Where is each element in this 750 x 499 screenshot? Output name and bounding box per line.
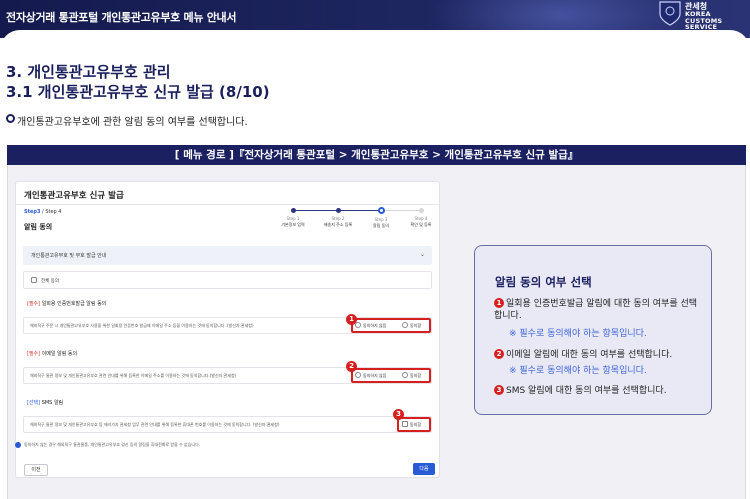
callout-box-1: [351, 318, 431, 333]
panel-item-text: SMS 알림에 대한 동의 여부를 선택합니다.: [506, 386, 667, 396]
callout-box-2: [351, 368, 431, 383]
consent-title-text: SMS 알림: [40, 400, 64, 406]
prev-button[interactable]: 이전: [24, 464, 48, 476]
step-name: 확인 및 등록: [410, 222, 432, 227]
notice-text: 동의하지 않는 경우 해외직구 통관물품, 개인통관고유부호 경신 등의 알림을…: [24, 442, 201, 447]
step-name: 알림 동의: [373, 223, 389, 228]
brand-logo: 관세청 KOREA CUSTOMS SERVICE: [685, 3, 750, 31]
current-step: Step3: [24, 209, 41, 215]
section-heading: 3. 개인통관고유부호 관리: [6, 63, 171, 81]
step-label: Step 3: [374, 217, 388, 222]
panel-item-text: 일회용 인증번호발급 알림에 대한 동의 여부를 선택합니다.: [494, 299, 698, 321]
total-steps: / Step 4: [40, 209, 62, 215]
agree-all-label: 전체 동의: [41, 279, 59, 284]
stepper-step-3: Step 3 알림 동의: [361, 207, 401, 229]
content-sheet: [0, 30, 750, 60]
required-note-2: ※ 필수로 동의해야 하는 항목입니다.: [509, 366, 647, 376]
required-note-1: ※ 필수로 동의해야 하는 항목입니다.: [509, 329, 647, 339]
panel-number-badge: 1: [494, 298, 504, 308]
panel-item-1: 1 일회용 인증번호발급 알림에 대한 동의 여부를 선택합니다.: [494, 298, 704, 322]
panel-number-badge: 2: [494, 349, 504, 359]
panel-item-2: 2 이메일 알림에 대한 동의 여부를 선택합니다.: [494, 349, 704, 361]
customs-emblem-icon: [659, 1, 681, 26]
step-dot: [290, 208, 296, 213]
callout-box-3: [397, 417, 431, 432]
step-dot-current: [377, 207, 385, 214]
consent-title-text: 이메일 알림 동의: [40, 351, 78, 357]
step-label: Step 2: [331, 216, 345, 221]
step-label: Step 1: [286, 216, 300, 221]
step-dot: [418, 208, 424, 213]
panel-number-badge: 3: [494, 385, 504, 395]
consent-email-title: [필수] 이메일 알림 동의: [27, 350, 77, 357]
stepper-step-4: Step 4 확인 및 등록: [401, 208, 441, 228]
next-button[interactable]: 다음: [413, 463, 435, 475]
form-title: 개인통관고유부호 신규 발급: [24, 191, 124, 201]
agree-all-checkbox[interactable]: [31, 277, 37, 283]
callout-badge-3: 3: [393, 409, 404, 420]
step-label: Step 4: [414, 216, 428, 221]
info-icon: [15, 442, 21, 448]
step-dot: [335, 208, 341, 213]
consent-sms-text: 해외직구 통관 정보 및 개인통관고유부호 등 에러가지 관세청 업무 관련 안…: [30, 422, 280, 427]
divider: [16, 204, 439, 205]
stepper-step-2: Step 2 배송지 주소 등록: [318, 208, 358, 228]
step-indicator: Step3 / Step 4: [24, 209, 61, 215]
consent-otp-text: 해외직구 주문 시 개인통관고유부호 사용을 위한 일회용 인증번호 발급에 이…: [30, 323, 254, 328]
agree-all-row[interactable]: 전체 동의: [23, 271, 432, 289]
consent-otp-title: [필수] 일회용 인증번호발급 알림 동의: [27, 300, 106, 307]
step-name: 기본정보 입력: [281, 222, 305, 227]
guide-accordion[interactable]: 개인통관고유부호 및 부호 발급 안내 ⌄: [23, 246, 432, 265]
bullet-ring-icon: [6, 114, 15, 123]
explanation-panel: 알림 동의 여부 선택 1 일회용 인증번호발급 알림에 대한 동의 여부를 선택…: [474, 245, 712, 415]
form-subtitle: 알림 동의: [24, 223, 53, 231]
required-tag: [필수]: [27, 351, 41, 357]
accordion-label: 개인통관고유부호 및 부호 발급 안내: [31, 253, 107, 259]
optional-tag: [선택]: [27, 400, 41, 406]
panel-item-3: 3 SMS 알림에 대한 동의 여부를 선택합니다.: [494, 385, 704, 397]
callout-badge-2: 2: [346, 361, 357, 372]
consent-email-text: 해외직구 통관 정보 및 개인통관고유부호 관련 안내를 위해 등록한 이메일 …: [30, 373, 237, 378]
guide-title: 전자상거래 통관포털 개인통관고유부호 메뉴 안내서: [6, 11, 237, 24]
consent-title-text: 일회용 인증번호발급 알림 동의: [40, 301, 107, 307]
panel-title: 알림 동의 여부 선택: [495, 275, 592, 289]
menu-route-bar: [ 메뉴 경로 ]『전자상거래 통관포털 > 개인통관고유부호 > 개인통관고유…: [7, 145, 746, 165]
chevron-down-icon: ⌄: [419, 251, 425, 258]
step-name: 배송지 주소 등록: [323, 222, 353, 227]
callout-badge-1: 1: [346, 314, 357, 325]
stepper-step-1: Step 1 기본정보 입력: [273, 208, 313, 228]
subsection-heading: 3.1 개인통관고유부호 신규 발급 (8/10): [6, 83, 270, 101]
panel-item-text: 이메일 알림에 대한 동의 여부를 선택합니다.: [506, 350, 673, 360]
consent-sms-box: 해외직구 통관 정보 및 개인통관고유부호 등 에러가지 관세청 업무 관련 안…: [23, 416, 432, 433]
section-description: 개인통관고유부호에 관한 알림 동의 여부를 선택합니다.: [17, 117, 248, 128]
required-tag: [필수]: [27, 301, 41, 307]
consent-sms-title: [선택] SMS 알림: [27, 399, 63, 406]
